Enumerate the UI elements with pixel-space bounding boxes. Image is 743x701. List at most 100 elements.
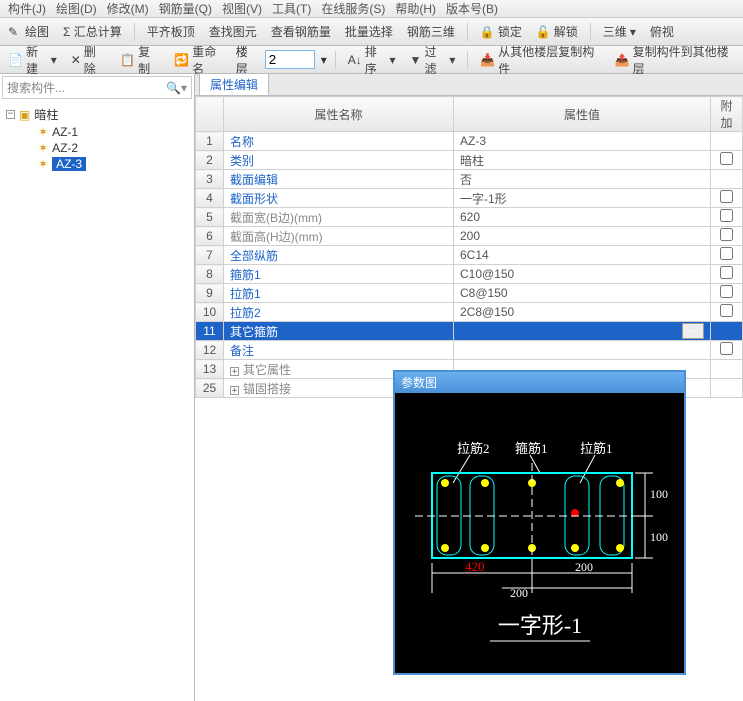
sum-button[interactable]: Σ 汇总计算	[59, 21, 126, 42]
add-checkbox[interactable]	[720, 247, 733, 260]
row-number: 10	[196, 303, 224, 322]
property-value[interactable]: C10@150	[454, 265, 711, 284]
property-add[interactable]	[711, 341, 743, 360]
menu-item[interactable]: 帮助(H)	[391, 0, 440, 17]
filter-button[interactable]: ▼过滤 ▾	[406, 41, 460, 79]
menu-item[interactable]: 在线服务(S)	[317, 0, 389, 17]
tree-item[interactable]: ✶AZ-1	[36, 124, 190, 140]
property-add[interactable]	[711, 208, 743, 227]
property-name: 截面编辑	[224, 170, 454, 189]
add-checkbox[interactable]	[720, 228, 733, 241]
tab-property-edit[interactable]: 属性编辑	[199, 73, 269, 95]
copy-from-floor-button[interactable]: 📥从其他楼层复制构件	[476, 41, 604, 79]
tree-item-label: AZ-2	[52, 141, 78, 155]
property-add[interactable]	[711, 151, 743, 170]
delete-button[interactable]: ✕删除	[67, 41, 110, 79]
sort-button[interactable]: A↓排序 ▾	[344, 41, 400, 79]
add-checkbox[interactable]	[720, 190, 733, 203]
property-add[interactable]	[711, 360, 743, 379]
property-add[interactable]	[711, 379, 743, 398]
svg-text:拉筋1: 拉筋1	[580, 441, 613, 456]
menu-item[interactable]: 绘图(D)	[52, 0, 101, 17]
property-add[interactable]	[711, 284, 743, 303]
property-value[interactable]: 一字-1形	[454, 189, 711, 208]
property-name: 备注	[224, 341, 454, 360]
lock-button[interactable]: 🔒锁定	[476, 21, 526, 42]
property-add[interactable]	[711, 189, 743, 208]
property-value[interactable]: 6C14	[454, 246, 711, 265]
add-checkbox[interactable]	[720, 304, 733, 317]
property-add[interactable]	[711, 170, 743, 189]
collapse-icon[interactable]: −	[6, 110, 15, 119]
property-value[interactable]: 暗柱	[454, 151, 711, 170]
property-name: 名称	[224, 132, 454, 151]
property-add[interactable]	[711, 132, 743, 151]
find-element-button[interactable]: 查找图元	[205, 21, 261, 42]
row-number: 1	[196, 132, 224, 151]
add-checkbox[interactable]	[720, 285, 733, 298]
property-value[interactable]: AZ-3	[454, 132, 711, 151]
table-row[interactable]: 1名称AZ-3	[196, 132, 743, 151]
table-row[interactable]: 5截面宽(B边)(mm)620	[196, 208, 743, 227]
property-value[interactable]: 620	[454, 208, 711, 227]
property-name: 箍筋1	[224, 265, 454, 284]
table-row[interactable]: 8箍筋1C10@150	[196, 265, 743, 284]
add-checkbox[interactable]	[720, 342, 733, 355]
menu-item[interactable]: 构件(J)	[4, 0, 50, 17]
folder-icon: ▣	[19, 108, 30, 122]
table-row[interactable]: 12备注	[196, 341, 743, 360]
table-row[interactable]: 6截面高(H边)(mm)200	[196, 227, 743, 246]
property-name: 截面宽(B边)(mm)	[224, 208, 454, 227]
property-add[interactable]	[711, 227, 743, 246]
view-rebar-button[interactable]: 查看钢筋量	[267, 21, 335, 42]
property-value[interactable]: C8@150	[454, 284, 711, 303]
svg-text:100: 100	[650, 487, 668, 501]
table-row[interactable]: 9拉筋1C8@150	[196, 284, 743, 303]
property-value[interactable]: ⋯	[454, 322, 711, 341]
diagram-window[interactable]: 参数图 拉筋2 箍筋1 拉筋1	[393, 370, 686, 675]
expand-icon[interactable]: +	[230, 367, 239, 376]
svg-text:拉筋2: 拉筋2	[457, 441, 490, 456]
align-top-button[interactable]: 平齐板顶	[143, 21, 199, 42]
property-add[interactable]	[711, 303, 743, 322]
expand-icon[interactable]: +	[230, 386, 239, 395]
property-value[interactable]	[454, 341, 711, 360]
tree-root[interactable]: − ▣ 暗柱	[4, 105, 190, 124]
table-row[interactable]: 3截面编辑否	[196, 170, 743, 189]
property-value[interactable]: 2C8@150	[454, 303, 711, 322]
property-add[interactable]	[711, 246, 743, 265]
table-row[interactable]: 11其它箍筋⋯	[196, 322, 743, 341]
row-number: 6	[196, 227, 224, 246]
add-checkbox[interactable]	[720, 266, 733, 279]
menu-item[interactable]: 版本号(B)	[442, 0, 502, 17]
draw-button[interactable]: ✎绘图	[4, 21, 53, 42]
menu-item[interactable]: 修改(M)	[103, 0, 153, 17]
batch-select-button[interactable]: 批量选择	[341, 21, 397, 42]
property-value[interactable]: 否	[454, 170, 711, 189]
table-row[interactable]: 7全部纵筋6C14	[196, 246, 743, 265]
table-row[interactable]: 10拉筋22C8@150	[196, 303, 743, 322]
menu-item[interactable]: 工具(T)	[268, 0, 315, 17]
property-add[interactable]	[711, 265, 743, 284]
rebar-3d-button[interactable]: 钢筋三维	[403, 21, 459, 42]
top-view-button[interactable]: 俯视	[646, 21, 678, 42]
table-row[interactable]: 2类别暗柱	[196, 151, 743, 170]
unlock-button[interactable]: 🔓解锁	[532, 21, 582, 42]
table-row[interactable]: 4截面形状一字-1形	[196, 189, 743, 208]
copy-button[interactable]: 📋复制	[116, 41, 164, 79]
copy-to-floor-button[interactable]: 📤复制构件到其他楼层	[611, 41, 739, 79]
property-value[interactable]: 200	[454, 227, 711, 246]
search-input[interactable]: 搜索构件... 🔍▾	[2, 76, 192, 99]
tree-item[interactable]: ✶AZ-2	[36, 140, 190, 156]
property-add[interactable]	[711, 322, 743, 341]
add-checkbox[interactable]	[720, 209, 733, 222]
floor-input[interactable]	[265, 50, 315, 69]
tree-item[interactable]: ✶AZ-3	[36, 156, 190, 172]
menu-item[interactable]: 钢筋量(Q)	[155, 0, 216, 17]
view-3d-button[interactable]: 三维 ▾	[599, 21, 640, 42]
menu-item[interactable]: 视图(V)	[218, 0, 266, 17]
ellipsis-button[interactable]: ⋯	[682, 323, 704, 339]
new-button[interactable]: 📄新建 ▾	[4, 41, 61, 79]
svg-text:420: 420	[465, 559, 485, 574]
add-checkbox[interactable]	[720, 152, 733, 165]
